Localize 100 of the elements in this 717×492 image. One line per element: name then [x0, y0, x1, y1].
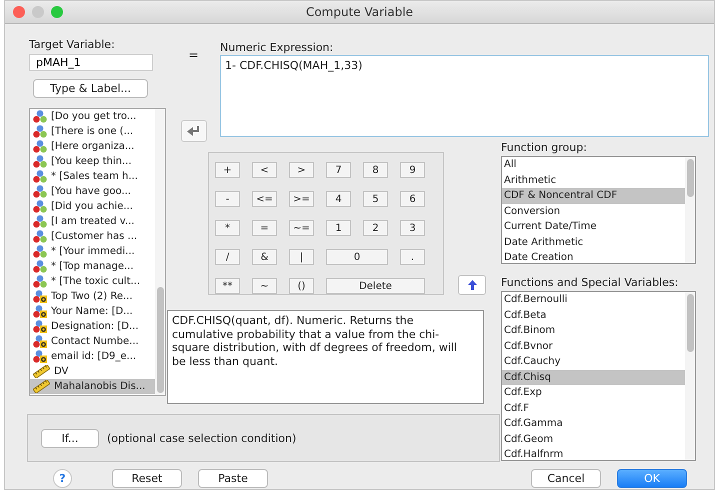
function-item[interactable]: Cdf.Beta — [502, 308, 685, 323]
nominal-variable-icon — [33, 215, 47, 228]
nominal-variable-icon — [33, 260, 47, 273]
help-button[interactable]: ? — [53, 468, 72, 488]
function-item[interactable]: Cdf.Binom — [502, 323, 685, 338]
target-variable-field[interactable]: pMAH_1 — [29, 54, 153, 71]
keypad-key[interactable]: 3 — [400, 220, 425, 236]
keypad-key[interactable]: () — [289, 278, 314, 294]
function-group-item[interactable]: Date Arithmetic — [502, 234, 685, 250]
function-group-item[interactable]: Date Creation — [502, 250, 685, 263]
minimize-button[interactable] — [32, 6, 44, 18]
keypad-key[interactable]: <= — [252, 191, 277, 207]
keypad-key[interactable]: 0 — [326, 249, 388, 265]
window-title: Compute Variable — [304, 5, 414, 19]
variable-item[interactable]: Mahalanobis Dis... — [30, 379, 155, 394]
target-variable-label: Target Variable: — [29, 38, 116, 51]
cancel-button[interactable]: Cancel — [531, 468, 601, 488]
keypad-key[interactable]: . — [400, 249, 425, 265]
variable-item[interactable]: [There is one (... — [30, 124, 155, 139]
keypad-key[interactable]: >= — [289, 191, 314, 207]
variable-item[interactable]: DV — [30, 364, 155, 379]
function-item[interactable]: Cdf.F — [502, 400, 685, 416]
function-item[interactable]: Cdf.Exp — [502, 385, 685, 400]
nominal-variable-icon — [33, 275, 47, 288]
ruler-icon — [33, 365, 50, 378]
keypad-key[interactable]: 6 — [400, 191, 425, 207]
keypad-key[interactable]: + — [215, 162, 240, 178]
function-item[interactable]: Cdf.Halfnrm — [502, 447, 685, 460]
variable-item[interactable]: email id: [D9_e... — [30, 349, 155, 364]
variable-item[interactable]: [Here organiza... — [30, 139, 155, 154]
function-item[interactable]: Cdf.Geom — [502, 432, 685, 447]
up-arrow-icon — [468, 280, 476, 290]
function-group-item[interactable]: Current Date/Time — [502, 219, 685, 234]
keypad-key[interactable]: 1 — [326, 220, 351, 236]
function-item[interactable]: Cdf.Chisq — [502, 370, 685, 385]
variable-item[interactable]: [You keep thin... — [30, 154, 155, 169]
numeric-expression-field[interactable]: 1- CDF.CHISQ(MAH_1,33) — [220, 55, 709, 137]
scrollbar-thumb[interactable] — [157, 287, 164, 393]
variable-item[interactable]: * [The toxic cult... — [30, 274, 155, 289]
insert-function-button[interactable] — [458, 275, 486, 295]
function-item[interactable]: Cdf.Gamma — [502, 416, 685, 432]
function-group-item[interactable]: Arithmetic — [502, 172, 685, 188]
function-group-item[interactable]: All — [502, 157, 685, 172]
string-variable-icon — [33, 320, 47, 333]
dialog-button[interactable]: Paste — [198, 468, 268, 488]
nominal-variable-icon — [33, 170, 47, 183]
scrollbar-thumb[interactable] — [687, 294, 694, 352]
keypad-key[interactable]: 9 — [400, 162, 425, 178]
type-label-button[interactable]: Type & Label... — [33, 79, 148, 98]
ruler-icon — [33, 380, 50, 393]
keypad-key[interactable]: 4 — [326, 191, 351, 207]
keypad-key[interactable]: 2 — [363, 220, 388, 236]
keypad-key[interactable]: ~= — [289, 220, 314, 236]
string-variable-icon — [33, 290, 47, 303]
variable-item[interactable]: * [Top manage... — [30, 259, 155, 274]
keypad-key[interactable]: / — [215, 249, 240, 265]
keypad-key[interactable]: | — [289, 249, 314, 265]
variable-item[interactable]: [Do you get tro... — [30, 109, 155, 124]
keypad-key[interactable]: & — [252, 249, 277, 265]
function-item[interactable]: Cdf.Bernoulli — [502, 292, 685, 308]
variable-item[interactable]: [Did you achie... — [30, 199, 155, 214]
keypad-key[interactable]: Delete — [326, 278, 425, 294]
variable-item[interactable]: [You have goo... — [30, 184, 155, 199]
function-group-label: Function group: — [501, 141, 588, 154]
return-arrow-icon — [186, 126, 200, 136]
nominal-variable-icon — [33, 185, 47, 198]
keypad-key[interactable]: 8 — [363, 162, 388, 178]
close-button[interactable] — [13, 6, 25, 18]
zoom-button[interactable] — [51, 6, 63, 18]
variable-item[interactable]: Contact Numbe... — [30, 334, 155, 349]
variable-item[interactable]: [Customer has ... — [30, 229, 155, 244]
variable-item[interactable]: * [Your immedi... — [30, 244, 155, 259]
function-group-item[interactable]: CDF & Noncentral CDF — [502, 188, 685, 204]
keypad-key[interactable]: 7 — [326, 162, 351, 178]
keypad-key[interactable]: < — [252, 162, 277, 178]
keypad-key[interactable]: 5 — [363, 191, 388, 207]
function-item[interactable]: Cdf.Cauchy — [502, 354, 685, 370]
keypad-key[interactable]: - — [215, 191, 240, 207]
function-group-item[interactable]: Conversion — [502, 204, 685, 219]
function-item[interactable]: Cdf.Bvnor — [502, 338, 685, 354]
dialog-button[interactable]: Reset — [112, 468, 182, 488]
variable-item[interactable]: * [Sales team h... — [30, 169, 155, 184]
equals-sign: = — [188, 48, 199, 62]
if-button[interactable]: If... — [41, 428, 99, 448]
keypad-key[interactable]: > — [289, 162, 314, 178]
variable-item[interactable]: [I am treated v... — [30, 214, 155, 229]
keypad-key[interactable]: = — [252, 220, 277, 236]
nominal-variable-icon — [33, 110, 47, 123]
scrollbar-thumb[interactable] — [687, 159, 694, 197]
string-variable-icon — [33, 305, 47, 318]
variable-item[interactable]: Your Name: [D... — [30, 304, 155, 319]
variable-item[interactable]: Designation: [D... — [30, 319, 155, 334]
nominal-variable-icon — [33, 245, 47, 258]
functions-label: Functions and Special Variables: — [501, 276, 680, 289]
variable-item[interactable]: Top Two (2) Re... — [30, 289, 155, 304]
keypad-key[interactable]: ~ — [252, 278, 277, 294]
nominal-variable-icon — [33, 200, 47, 213]
move-variable-button[interactable] — [180, 120, 206, 142]
keypad-key[interactable]: * — [215, 220, 240, 236]
keypad-key[interactable]: ** — [215, 278, 240, 294]
